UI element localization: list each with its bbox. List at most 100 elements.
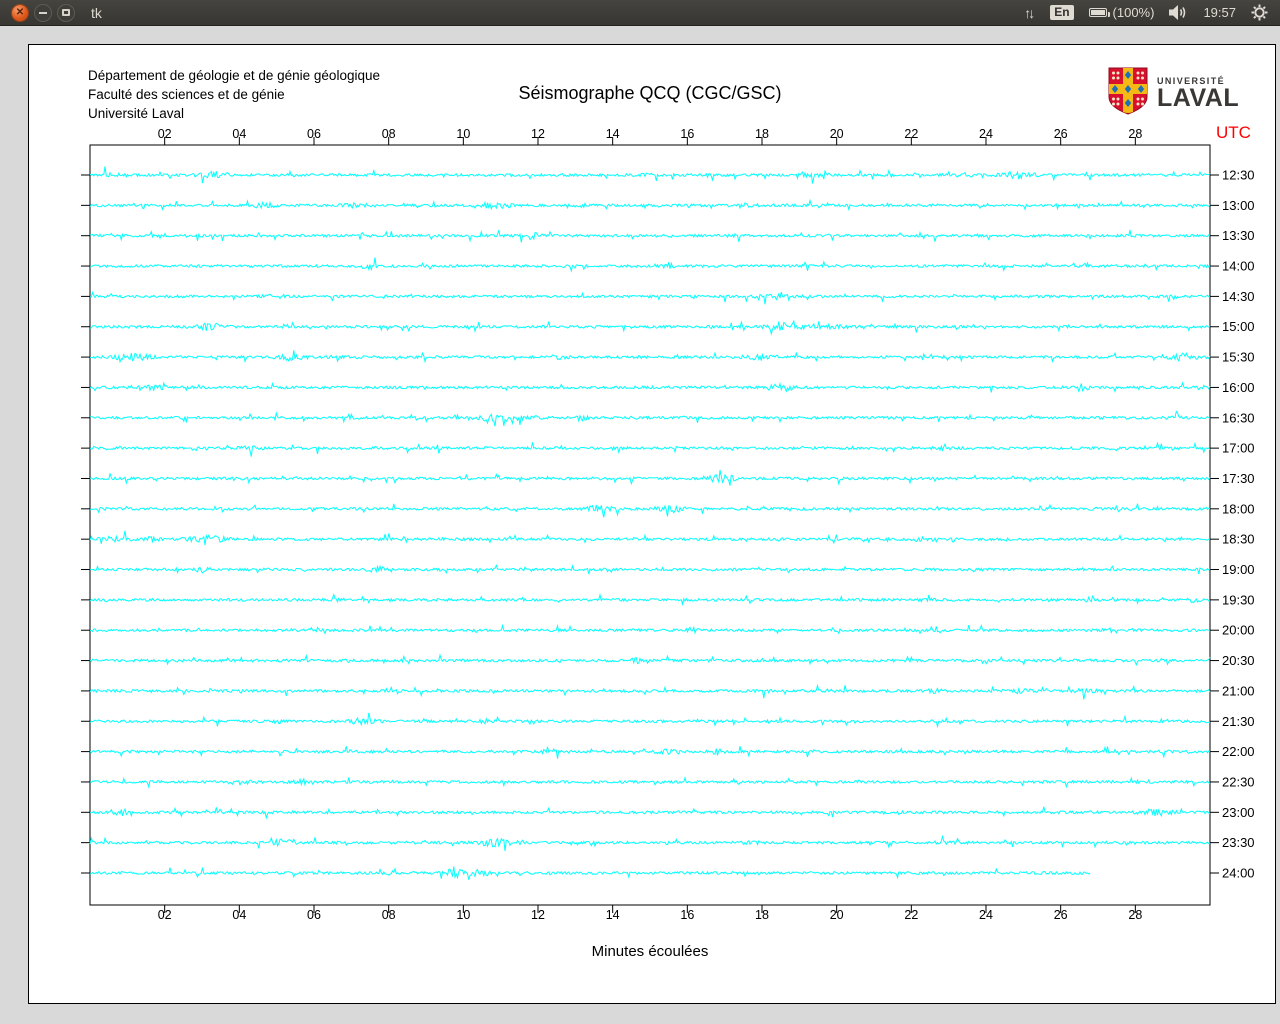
row-utc-label: 23:30 [1222, 835, 1255, 850]
gear-icon [1251, 4, 1268, 21]
window-close-button[interactable]: ✕ [11, 3, 29, 22]
desktop: { "panel": { "title": "tk", "icons": { "… [0, 0, 1280, 1024]
x-tick-label-bottom: 02 [158, 908, 172, 922]
x-axis-title: Minutes écoulées [591, 943, 709, 960]
x-tick-label-bottom: 26 [1054, 908, 1068, 922]
keyboard-layout-indicator[interactable]: En [1050, 5, 1074, 20]
row-utc-label: 17:00 [1222, 441, 1255, 456]
row-utc-label: 13:00 [1222, 198, 1255, 213]
row-utc-label: 14:30 [1222, 289, 1255, 304]
x-tick-label-bottom: 14 [606, 908, 620, 922]
row-utc-label: 15:30 [1222, 350, 1255, 365]
seismogram-trace [90, 319, 1211, 336]
seismogram-trace [89, 381, 1211, 393]
clock[interactable]: 19:57 [1203, 5, 1236, 20]
x-tick-label-top: 24 [979, 127, 993, 141]
x-tick-label-bottom: 04 [232, 908, 246, 922]
seismogram-trace [89, 593, 1211, 607]
x-tick-label-top: 04 [232, 127, 246, 141]
plot-frame [89, 144, 1211, 906]
row-utc-label: 18:30 [1222, 532, 1255, 547]
x-tick-label-top: 26 [1054, 127, 1068, 141]
seismogram-trace [89, 806, 1211, 820]
row-utc-label: 13:30 [1222, 228, 1255, 243]
row-utc-label: 24:00 [1222, 866, 1255, 881]
ubuntu-top-panel: ✕ tk ↑↓ En (100%) 19:57 [0, 0, 1280, 26]
seismogram-trace [89, 290, 1211, 305]
window-controls: ✕ [0, 3, 75, 22]
seismogram-trace [89, 776, 1211, 789]
seismogram-trace [89, 623, 1211, 635]
window-title: tk [91, 4, 102, 21]
x-tick-label-top: 14 [606, 127, 620, 141]
x-tick-label-bottom: 12 [531, 908, 545, 922]
row-utc-label: 22:30 [1222, 774, 1255, 789]
x-tick-label-bottom: 28 [1128, 908, 1142, 922]
row-utc-label: 21:30 [1222, 714, 1255, 729]
x-tick-label-bottom: 10 [456, 908, 470, 922]
x-tick-label-bottom: 20 [830, 908, 844, 922]
x-tick-label-top: 02 [158, 127, 172, 141]
seismogram-trace [89, 530, 1211, 546]
seismogram-trace [90, 229, 1211, 243]
row-utc-label: 14:00 [1222, 259, 1255, 274]
x-tick-label-bottom: 08 [382, 908, 396, 922]
seismogram-trace [89, 257, 1211, 273]
seismogram-trace [89, 866, 1091, 880]
seismogram-trace [89, 564, 1211, 575]
row-utc-label: 20:00 [1222, 623, 1255, 638]
window-maximize-button[interactable] [57, 3, 75, 22]
seismogram-trace [89, 834, 1211, 851]
session-menu[interactable] [1251, 4, 1268, 21]
window-minimize-button[interactable] [34, 3, 52, 22]
network-arrows-icon: ↑↓ [1024, 4, 1035, 21]
row-utc-label: 19:30 [1222, 592, 1255, 607]
minimize-icon [39, 11, 47, 14]
x-tick-label-top: 10 [456, 127, 470, 141]
seismogram-trace [89, 469, 1211, 486]
seismogram-trace [89, 712, 1210, 729]
keyboard-layout-badge: En [1050, 5, 1074, 20]
x-tick-label-top: 22 [904, 127, 918, 141]
system-tray: ↑↓ En (100%) 19:57 [1024, 4, 1280, 21]
utc-header: UTC [1216, 123, 1251, 142]
seismogram-trace [89, 441, 1211, 457]
volume-indicator[interactable] [1169, 5, 1188, 20]
row-utc-label: 12:30 [1222, 168, 1255, 183]
row-utc-label: 22:00 [1222, 744, 1255, 759]
close-icon: ✕ [15, 6, 25, 18]
x-tick-label-bottom: 22 [904, 908, 918, 922]
speaker-icon [1169, 5, 1186, 20]
x-tick-label-top: 20 [830, 127, 844, 141]
row-utc-label: 18:00 [1222, 501, 1255, 516]
battery-percent: (100%) [1112, 5, 1155, 20]
row-utc-label: 17:30 [1222, 471, 1255, 486]
seismogram-trace [89, 653, 1211, 667]
x-tick-label-top: 08 [382, 127, 396, 141]
x-tick-label-top: 18 [755, 127, 769, 141]
seismogram-trace [89, 410, 1211, 427]
row-utc-label: 20:30 [1222, 653, 1255, 668]
x-tick-label-top: 16 [680, 127, 694, 141]
x-tick-label-bottom: 24 [979, 908, 993, 922]
battery-icon [1088, 5, 1110, 20]
row-utc-label: 21:00 [1222, 683, 1255, 698]
seismograph-canvas: Département de géologie et de génie géol… [28, 44, 1276, 1004]
seismogram-trace [89, 166, 1211, 184]
row-utc-label: 15:00 [1222, 319, 1255, 334]
x-tick-label-top: 12 [531, 127, 545, 141]
row-utc-label: 19:00 [1222, 562, 1255, 577]
seismogram-trace [89, 503, 1211, 518]
row-utc-label: 16:00 [1222, 380, 1255, 395]
row-utc-label: 23:00 [1222, 805, 1255, 820]
x-tick-label-top: 06 [307, 127, 321, 141]
seismogram-trace [89, 198, 1211, 212]
x-tick-label-bottom: 18 [755, 908, 769, 922]
seismogram-plot: 02 02 04 04 06 06 08 08 10 10 12 12 14 14 16 16 18 18 20 20… [81, 123, 1255, 922]
network-indicator[interactable]: ↑↓ [1024, 5, 1035, 21]
seismogram-trace [89, 683, 1211, 700]
x-tick-label-top: 28 [1128, 127, 1142, 141]
seismogram-trace [90, 350, 1211, 364]
row-utc-label: 16:30 [1222, 410, 1255, 425]
battery-indicator[interactable]: (100%) [1088, 5, 1155, 20]
